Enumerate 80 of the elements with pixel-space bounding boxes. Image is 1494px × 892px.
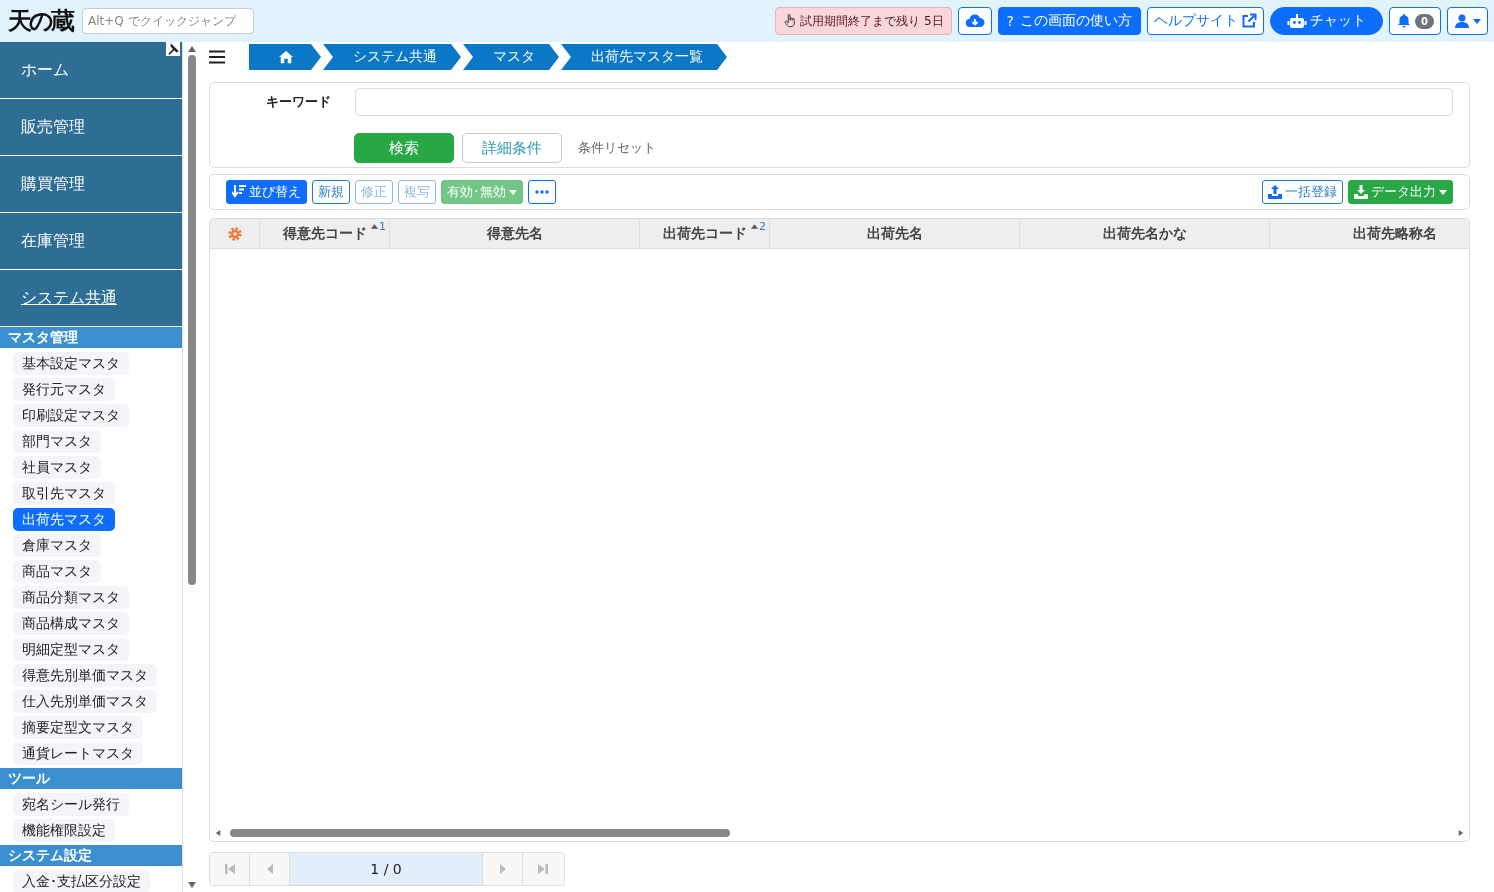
toolbar-button[interactable]: 新規 [312,180,350,204]
sidebar-nav-item[interactable]: ホーム [0,42,183,99]
cloud-download-icon [964,13,985,29]
settings-icon[interactable] [226,225,243,242]
chat-button[interactable]: チャット [1270,7,1384,35]
quick-jump-field[interactable]: Alt+Q でクイックジャンプ [82,8,254,34]
sidebar-menu-item[interactable]: 出荷先マスタ [13,508,115,531]
caret-icon [1439,189,1447,195]
sidebar-nav-item[interactable]: システム共通 [0,270,183,327]
sidebar-menu-item[interactable]: 取引先マスタ [13,482,115,505]
scroll-left-icon[interactable] [214,830,222,836]
column-header[interactable]: 出荷先コード 2 [640,219,770,248]
scroll-down-icon[interactable] [187,882,196,888]
upload-icon [1268,185,1282,199]
sidebar-section-header: ツール [0,768,183,789]
page-indicator: 1 / 0 [290,853,483,885]
sidebar-nav-item[interactable]: 購買管理 [0,156,183,213]
first-page-icon [223,863,236,875]
sidebar-menu-item[interactable]: 商品構成マスタ [13,612,129,635]
sort-indicator: 1 [371,220,386,233]
help-site-button[interactable]: ヘルプサイト [1147,7,1265,35]
breadcrumb-item[interactable]: 出荷先マスタ一覧 [561,44,727,70]
sidebar-menu-item[interactable]: 明細定型マスタ [13,638,129,661]
column-header[interactable]: 出荷先名かな [1020,219,1270,248]
more-button[interactable] [528,180,556,204]
sidebar-menu-item[interactable]: 通貨レートマスタ [13,742,143,765]
more-icon [535,190,549,194]
user-menu-button[interactable] [1447,7,1488,35]
home-icon [279,50,293,64]
bell-icon [1396,13,1413,29]
sort-down-icon [232,185,246,199]
breadcrumb-item[interactable]: マスタ [463,44,559,70]
toolbar-button[interactable]: 並び替え [226,180,307,204]
sidebar-menu-item[interactable]: 摘要定型文マスタ [13,716,143,739]
sidebar-section-header: システム設定 [0,845,183,866]
pointer-hand-icon [783,14,798,28]
download-icon [1354,185,1368,199]
sidebar-menu-item[interactable]: 入金･支払区分設定 [13,870,150,892]
sidebar-menu-item[interactable]: 商品マスタ [13,560,101,583]
column-header[interactable]: 得意先名 [390,219,640,248]
sidebar-section-header: マスタ管理 [0,327,183,348]
app-logo[interactable]: 天の蔵 [8,5,72,37]
sidebar-nav-item[interactable]: 販売管理 [0,99,183,156]
help-button[interactable]: ? この画面の使い方 [997,7,1142,35]
robot-icon [1287,13,1308,29]
sidebar-menu-item[interactable]: 仕入先別単価マスタ [13,690,157,713]
breadcrumb-home[interactable] [249,44,321,70]
sidebar-menu-item[interactable]: 部門マスタ [13,430,101,453]
breadcrumb-item[interactable]: システム共通 [323,44,461,70]
sort-indicator: 2 [751,220,766,233]
cloud-download-button[interactable] [957,7,992,35]
sidebar-menu-item[interactable]: 得意先別単価マスタ [13,664,157,687]
column-header[interactable]: 得意先コード 1 [260,219,390,248]
user-icon [1454,13,1470,29]
keyword-field[interactable] [355,88,1453,116]
sidebar-nav-item[interactable]: 在庫管理 [0,213,183,270]
notifications-button[interactable]: 0 [1389,7,1441,35]
sidebar-menu-item[interactable]: 社員マスタ [13,456,101,479]
sidebar-menu-item[interactable]: 倉庫マスタ [13,534,101,557]
pin-icon[interactable] [166,42,181,56]
scroll-right-icon[interactable] [1457,830,1465,836]
last-page-icon [537,863,549,875]
caret-icon [509,189,517,195]
sidebar-menu-item[interactable]: 宛名シール発行 [13,793,129,816]
column-header[interactable]: 出荷先略称名 [1270,219,1469,248]
reset-conditions-link[interactable]: 条件リセット [578,139,656,157]
sidebar-menu-item[interactable]: 発行元マスタ [13,378,115,401]
sidebar-menu-item[interactable]: 機能権限設定 [13,819,115,842]
notification-count: 0 [1415,13,1434,29]
sidebar-menu-item[interactable]: 商品分類マスタ [13,586,129,609]
trial-notice: 試用期間終了まで残り 5日 [775,7,952,35]
sidebar-menu-item[interactable]: 基本設定マスタ [13,352,129,375]
caret-icon [1473,18,1481,24]
toolbar-button[interactable]: 一括登録 [1262,180,1343,204]
keyword-label: キーワード [265,93,331,111]
scroll-up-icon[interactable] [187,46,196,52]
menu-icon[interactable] [209,50,225,64]
sidebar-menu-item[interactable]: 印刷設定マスタ [13,404,129,427]
column-header[interactable]: 出荷先名 [770,219,1020,248]
external-link-icon [1241,13,1258,29]
